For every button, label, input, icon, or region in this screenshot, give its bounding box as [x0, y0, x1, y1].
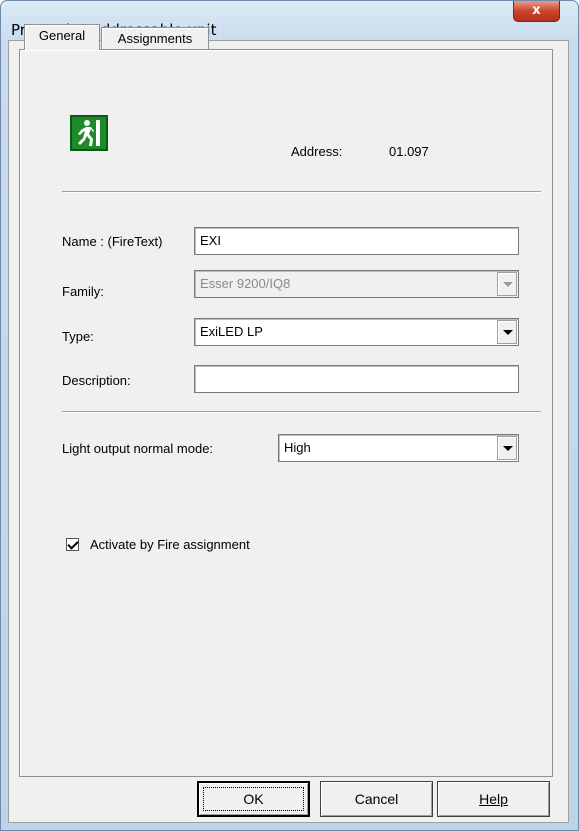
- type-label: Type:: [62, 329, 94, 344]
- help-button-label: Help: [479, 791, 508, 807]
- tab-assignments-label: Assignments: [117, 31, 193, 46]
- type-select[interactable]: ExiLED LP: [194, 318, 519, 346]
- type-select-value: ExiLED LP: [200, 324, 263, 339]
- chevron-down-icon[interactable]: [497, 436, 517, 460]
- help-button[interactable]: Help: [437, 781, 550, 817]
- tab-general-label: General: [38, 28, 86, 43]
- name-label: Name : (FireText): [62, 234, 163, 249]
- tab-general[interactable]: General: [24, 24, 100, 50]
- cancel-button[interactable]: Cancel: [320, 781, 433, 817]
- name-input-value: EXI: [200, 233, 221, 248]
- family-label: Family:: [62, 284, 104, 299]
- description-input[interactable]: [194, 365, 519, 393]
- separator-top: [62, 191, 541, 193]
- light-output-select-value: High: [284, 440, 311, 455]
- focus-rectangle: [203, 787, 304, 811]
- family-select[interactable]: Esser 9200/IQ8: [194, 270, 519, 298]
- address-label: Address:: [291, 144, 343, 159]
- close-button[interactable]: x: [513, 1, 560, 22]
- chevron-down-icon[interactable]: [497, 320, 517, 344]
- tab-panel-general: [19, 49, 553, 777]
- family-select-value: Esser 9200/IQ8: [200, 276, 291, 291]
- chevron-down-icon: [497, 272, 517, 296]
- address-value: 01.097: [389, 144, 429, 159]
- close-icon: x: [532, 3, 541, 18]
- ok-button[interactable]: OK: [197, 781, 310, 817]
- activate-checkbox[interactable]: [66, 538, 79, 551]
- name-input[interactable]: EXI: [194, 227, 519, 255]
- light-output-label: Light output normal mode:: [62, 441, 214, 456]
- activate-checkbox-label[interactable]: Activate by Fire assignment: [90, 537, 250, 552]
- description-label: Description:: [62, 373, 131, 388]
- tab-assignments[interactable]: Assignments: [101, 27, 209, 51]
- separator-middle: [62, 411, 541, 413]
- emergency-exit-icon: [70, 115, 108, 151]
- light-output-select[interactable]: High: [278, 434, 519, 462]
- cancel-button-label: Cancel: [354, 791, 399, 807]
